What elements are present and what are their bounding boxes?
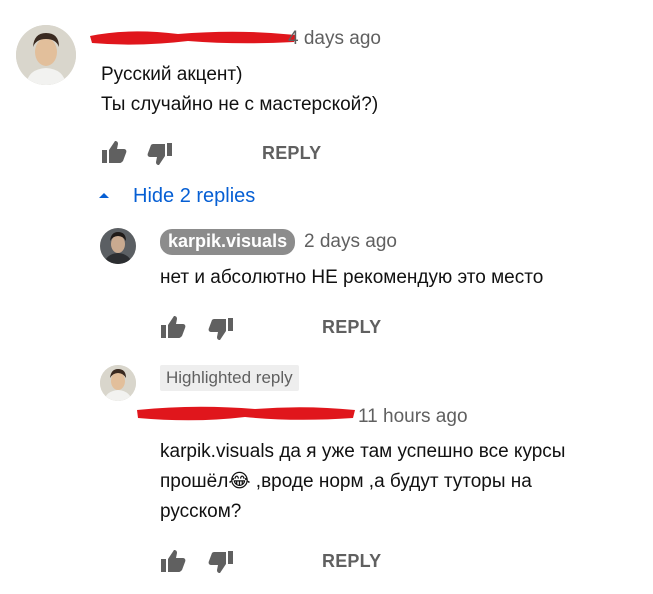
thumb-down-icon[interactable] [208, 317, 234, 346]
reply-text: karpik.visuals да я уже там успешно все … [160, 437, 630, 527]
author-chip[interactable]: karpik.visuals [160, 229, 296, 255]
chevron-up-icon[interactable] [97, 188, 111, 207]
reply-timestamp[interactable]: 2 days ago [304, 231, 397, 253]
thumb-up-icon[interactable] [160, 549, 186, 578]
comment-line: Ты случайно не с мастерской?) [101, 94, 379, 115]
reply-line-start: прошёл [160, 471, 229, 492]
thumb-down-icon[interactable] [147, 142, 173, 171]
reply-timestamp[interactable]: 11 hours ago [358, 406, 468, 428]
reply-line: прошёл😂 ,вроде норм ,а будут туторы на [160, 467, 630, 497]
reply-line-end: ,вроде норм ,а будут туторы на [250, 471, 532, 492]
laughing-emoji: 😂 [228, 471, 251, 492]
reply-button[interactable]: REPLY [262, 143, 321, 164]
thumb-up-icon[interactable] [160, 315, 186, 344]
highlighted-reply-badge: Highlighted reply [160, 365, 299, 391]
reply-button[interactable]: REPLY [322, 551, 381, 572]
hide-replies-button[interactable]: Hide 2 replies [133, 185, 255, 208]
reply-text: нет и абсолютно НЕ рекомендую это место [160, 267, 544, 288]
reply-line: karpik.visuals да я уже там успешно все … [160, 441, 566, 462]
reply-line: русском? [160, 501, 242, 522]
thumb-down-icon[interactable] [208, 550, 234, 579]
comment-line: Русский акцент) [101, 64, 243, 85]
avatar[interactable] [100, 228, 136, 264]
thumb-up-icon[interactable] [101, 140, 127, 169]
redacted-author-name [135, 402, 357, 424]
avatar[interactable] [100, 365, 136, 401]
avatar[interactable] [16, 25, 76, 85]
redacted-author-name [88, 26, 300, 48]
reply-button[interactable]: REPLY [322, 317, 381, 338]
comment-text: Русский акцент) Ты случайно не с мастерс… [101, 60, 621, 120]
comment-timestamp[interactable]: 4 days ago [288, 28, 381, 50]
